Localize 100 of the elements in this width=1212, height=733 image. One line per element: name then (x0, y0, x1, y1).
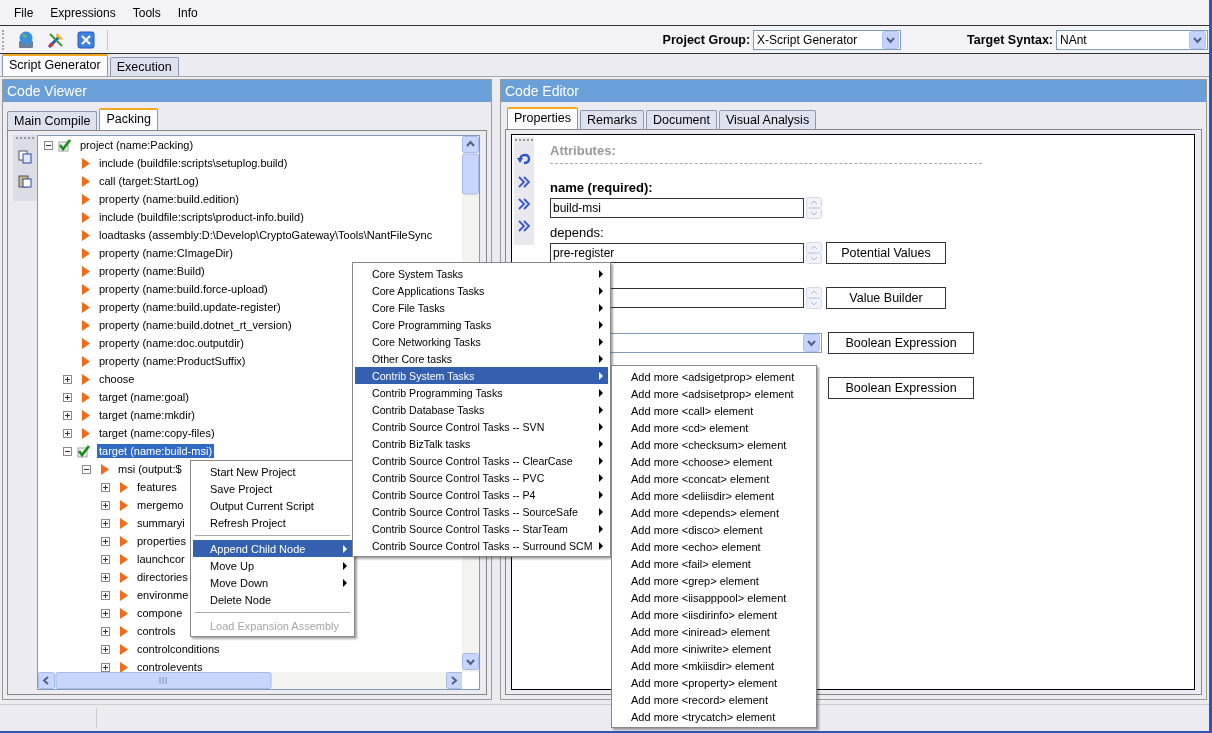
menu-item[interactable]: Expressions (42, 5, 124, 20)
menu-item[interactable]: Add more <checksum> element (614, 436, 814, 453)
menu-item[interactable]: Add more <fail> element (614, 555, 814, 572)
tree-item[interactable]: loadtasks (assembly:D:\Develop\CryptoGateway\Tools\NantFileSync (97, 228, 435, 242)
expand-toggle-icon[interactable] (100, 626, 110, 636)
menu-item[interactable]: Add more <disco> element (614, 521, 814, 538)
tree-item[interactable]: include (buildfile:scripts\setuplog.build) (97, 156, 290, 170)
tab[interactable]: Document (646, 110, 717, 129)
menu-item[interactable]: Core Programming Tasks (355, 316, 608, 333)
scroll-down-button[interactable] (462, 653, 479, 670)
expand-toggle-icon[interactable] (100, 500, 110, 510)
menu-item[interactable]: Add more <iisapppool> element (614, 589, 814, 606)
tree-item[interactable]: call (target:StartLog) (97, 174, 201, 188)
menu-item[interactable]: Move Up (193, 557, 352, 574)
menu-item[interactable]: Other Core tasks (355, 350, 608, 367)
collapse-toggle-icon[interactable] (62, 446, 72, 456)
tree-item[interactable]: target (name:mkdir) (97, 408, 197, 422)
tree-item[interactable]: property (name:doc.outputdir) (97, 336, 246, 350)
tree-item[interactable]: controls (135, 624, 178, 638)
tree-item[interactable]: target (name:build-msi) (97, 444, 215, 458)
double-chevron-icon[interactable] (517, 220, 531, 232)
dropdown-field[interactable]: NAnt (1056, 29, 1208, 50)
expand-toggle-icon[interactable] (100, 644, 110, 654)
menu-item[interactable]: Contrib Source Control Tasks -- PVC (355, 469, 608, 486)
menu-item[interactable]: Output Current Script (193, 497, 352, 514)
double-chevron-icon[interactable] (517, 198, 531, 210)
tree-item[interactable]: controlconditions (135, 642, 222, 656)
action-button[interactable]: Potential Values (826, 242, 946, 264)
expand-toggle-icon[interactable] (100, 482, 110, 492)
menu-item[interactable]: Start New Project (193, 463, 352, 480)
menu-item[interactable]: Contrib Source Control Tasks -- ClearCase (355, 452, 608, 469)
action-button[interactable]: Boolean Expression (828, 332, 974, 354)
menu-item[interactable]: Add more <iniwrite> element (614, 640, 814, 657)
tree-item[interactable]: project (name:Packing) (78, 138, 196, 152)
menu-item[interactable]: Core File Tasks (355, 299, 608, 316)
menu-item[interactable]: Add more <iisdirinfo> element (614, 606, 814, 623)
copy-icon[interactable] (18, 150, 32, 164)
menu-item[interactable]: Add more <depends> element (614, 504, 814, 521)
menu-item[interactable]: Contrib BizTalk tasks (355, 435, 608, 452)
close-icon[interactable] (76, 29, 96, 50)
menu-item[interactable]: Add more <deliisdir> element (614, 487, 814, 504)
expand-toggle-icon[interactable] (100, 536, 110, 546)
text-field[interactable]: build-msi (550, 198, 804, 218)
menu-item[interactable]: Append Child Node (193, 540, 352, 557)
expand-toggle-icon[interactable] (100, 590, 110, 600)
menu-item[interactable]: Add more <adsigetprop> element (614, 368, 814, 385)
tab[interactable]: Remarks (580, 110, 644, 129)
action-button[interactable]: Value Builder (826, 287, 946, 309)
expand-toggle-icon[interactable] (62, 392, 72, 402)
expand-toggle-icon[interactable] (100, 572, 110, 582)
menu-item[interactable]: Contrib Source Control Tasks -- SourceSafe (355, 503, 608, 520)
expand-toggle-icon[interactable] (100, 518, 110, 528)
tab[interactable]: Visual Analysis (719, 110, 817, 129)
menu-item[interactable]: Save Project (193, 480, 352, 497)
menu-item[interactable]: Add more <adsisetprop> element (614, 385, 814, 402)
tree-item[interactable]: summaryi (135, 516, 187, 530)
tree-item[interactable]: property (name:ProductSuffix) (97, 354, 248, 368)
menu-item[interactable]: Add more <record> element (614, 691, 814, 708)
tree-item[interactable]: features (135, 480, 179, 494)
menu-item[interactable]: Info (169, 5, 206, 20)
tree-item[interactable]: target (name:goal) (97, 390, 191, 404)
tree-item[interactable]: compone (135, 606, 185, 620)
globe-computer-icon[interactable] (16, 29, 36, 50)
menu-item[interactable]: Delete Node (193, 591, 352, 608)
horizontal-scrollbar[interactable] (38, 672, 462, 689)
tree-item[interactable]: property (name:build.update-register) (97, 300, 283, 314)
tab[interactable]: Properties (507, 107, 578, 129)
tree-item[interactable]: target (name:copy-files) (97, 426, 217, 440)
tree-item[interactable]: include (buildfile:scripts\product-info.build) (97, 210, 306, 224)
menu-item[interactable]: Add more <echo> element (614, 538, 814, 555)
menu-item[interactable]: Tools (124, 5, 169, 20)
undo-icon[interactable] (517, 152, 531, 166)
tree-item[interactable]: property (name:Build) (97, 264, 207, 278)
menu-item[interactable]: Add more <cd> element (614, 419, 814, 436)
menu-item[interactable]: Add more <concat> element (614, 470, 814, 487)
tree-item[interactable]: launchcor (135, 552, 187, 566)
menu-item[interactable]: Refresh Project (193, 514, 352, 531)
action-button[interactable]: Boolean Expression (828, 377, 974, 399)
tree-item[interactable]: environme (135, 588, 191, 602)
tree-item[interactable]: directories (135, 570, 190, 584)
menu-item[interactable]: Add more <choose> element (614, 453, 814, 470)
expand-toggle-icon[interactable] (100, 554, 110, 564)
tree-item[interactable]: property (name:build.force-upload) (97, 282, 270, 296)
menu-item[interactable]: Contrib System Tasks (355, 367, 608, 384)
tab[interactable]: Main Compile (7, 111, 98, 130)
menu-item[interactable]: Move Down (193, 574, 352, 591)
expand-toggle-icon[interactable] (100, 608, 110, 618)
tab[interactable]: Execution (109, 57, 179, 76)
menu-item[interactable]: Add more <call> element (614, 402, 814, 419)
menu-item[interactable]: Contrib Source Control Tasks -- P4 (355, 486, 608, 503)
dropdown-field[interactable]: X-Script Generator (753, 29, 902, 50)
menu-item[interactable]: Add more <mkiisdir> element (614, 657, 814, 674)
tree-item[interactable]: controlevents (135, 660, 205, 672)
menu-item[interactable]: File (6, 5, 42, 20)
paste-icon[interactable] (18, 174, 32, 188)
expand-toggle-icon[interactable] (62, 374, 72, 384)
tree-item[interactable]: properties (135, 534, 188, 548)
menu-item[interactable]: Core Applications Tasks (355, 282, 608, 299)
collapse-toggle-icon[interactable] (81, 464, 91, 474)
menu-item[interactable]: Add more <property> element (614, 674, 814, 691)
